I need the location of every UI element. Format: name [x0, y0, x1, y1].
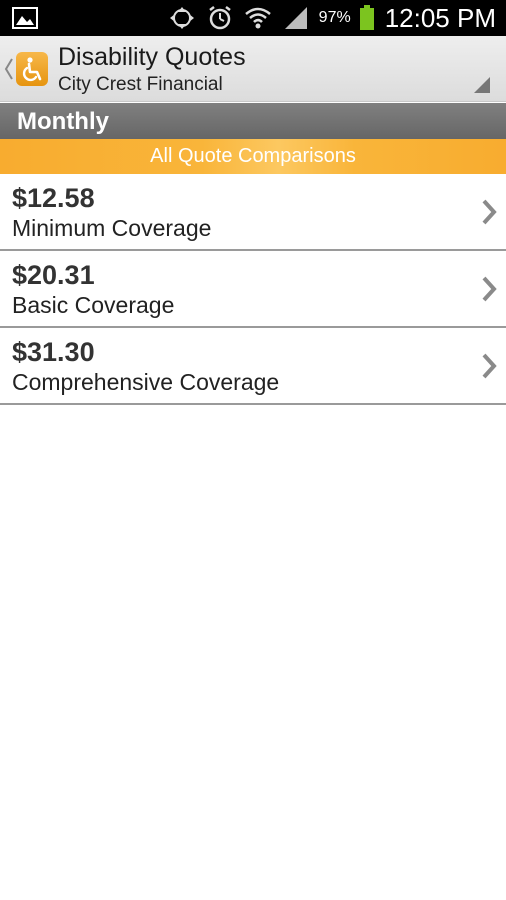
- quote-row-minimum[interactable]: $12.58 Minimum Coverage: [0, 174, 506, 251]
- battery-icon: [359, 5, 374, 30]
- section-label: Monthly: [17, 108, 109, 135]
- status-bar: 97% 12:05 PM: [0, 0, 506, 36]
- alarm-icon: [208, 6, 231, 30]
- chevron-right-icon: [482, 276, 497, 302]
- comparisons-banner[interactable]: All Quote Comparisons: [0, 139, 506, 174]
- quote-row-basic[interactable]: $20.31 Basic Coverage: [0, 251, 506, 328]
- sync-icon: [169, 7, 194, 29]
- action-bar: Disability Quotes City Crest Financial: [0, 36, 506, 102]
- signal-strength-icon: [284, 7, 307, 29]
- dropdown-indicator-icon[interactable]: [474, 77, 490, 93]
- quote-price: $12.58: [12, 183, 95, 213]
- page-title: Disability Quotes: [58, 43, 246, 71]
- quote-name: Comprehensive Coverage: [12, 369, 280, 395]
- quote-price: $31.30: [12, 337, 95, 367]
- page-subtitle: City Crest Financial: [58, 74, 223, 95]
- quote-list: $12.58 Minimum Coverage $20.31 Basic Cov…: [0, 174, 506, 405]
- section-header: Monthly: [0, 103, 506, 139]
- quote-name: Minimum Coverage: [12, 215, 212, 241]
- quote-name: Basic Coverage: [12, 292, 175, 318]
- quote-price: $20.31: [12, 260, 95, 290]
- wheelchair-icon[interactable]: [16, 52, 48, 86]
- chevron-right-icon: [482, 199, 497, 225]
- back-chevron-icon[interactable]: [4, 56, 14, 82]
- chevron-right-icon: [482, 353, 497, 379]
- wifi-icon: [244, 7, 271, 29]
- clock: 12:05 PM: [384, 2, 496, 33]
- gallery-notification-icon: [12, 7, 38, 29]
- battery-percent: 97%: [318, 9, 351, 26]
- quote-row-comprehensive[interactable]: $31.30 Comprehensive Coverage: [0, 328, 506, 405]
- banner-label: All Quote Comparisons: [150, 145, 356, 167]
